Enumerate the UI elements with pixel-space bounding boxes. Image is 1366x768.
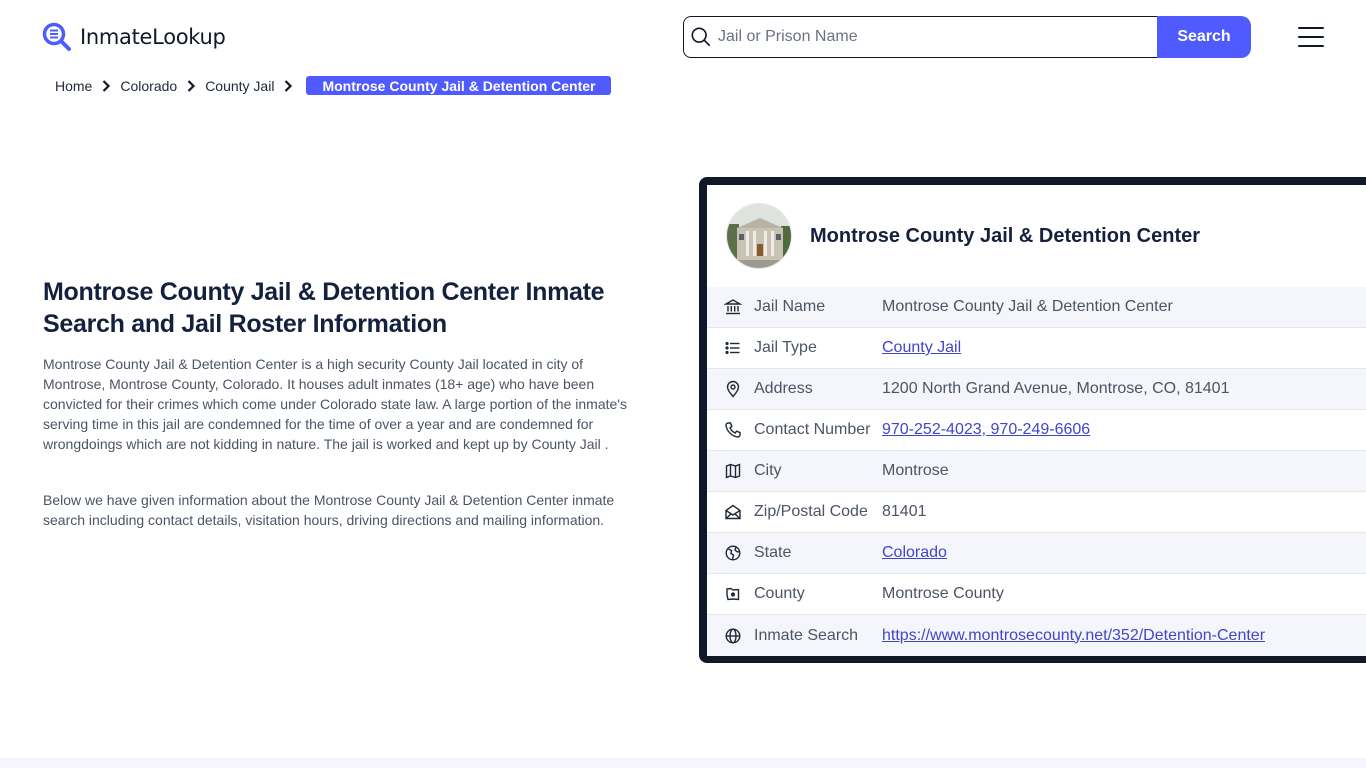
chevron-right-icon (285, 79, 293, 92)
page-title: Montrose County Jail & Detention Center … (43, 278, 605, 338)
info-row-jail-type: Jail Type County Jail (707, 328, 1366, 369)
facility-name: Montrose County Jail & Detention Center (810, 224, 1201, 247)
info-value: 81401 (882, 503, 927, 520)
breadcrumb: Home Colorado County Jail Montrose Count… (55, 76, 612, 95)
breadcrumb-state[interactable]: Colorado (120, 78, 177, 94)
logo-link[interactable]: InmateLookup (42, 22, 226, 52)
info-label: Jail Type (754, 339, 817, 356)
search-icon (691, 27, 711, 47)
menu-line (1298, 36, 1324, 38)
info-value: Montrose County Jail & Detention Center (882, 298, 1173, 315)
info-label: Inmate Search (754, 626, 859, 644)
info-label: Jail Name (754, 298, 826, 315)
facility-card: Montrose County Jail & Detention Center … (699, 177, 1366, 663)
facility-card-header: Montrose County Jail & Detention Center (707, 185, 1366, 287)
info-value: 1200 North Grand Avenue, Montrose, CO, 8… (882, 380, 1230, 397)
logo-text: InmateLookup (80, 25, 226, 49)
facility-card-body: Montrose County Jail & Detention Center … (707, 185, 1366, 656)
intro-paragraph: Montrose County Jail & Detention Center … (43, 356, 627, 452)
info-row-zip: Zip/Postal Code 81401 (707, 492, 1366, 533)
mail-open-icon (725, 504, 741, 520)
map-pin-icon (726, 380, 740, 398)
search-input[interactable] (718, 28, 1157, 46)
info-value: Montrose County (882, 585, 1004, 602)
county-map-icon (726, 587, 740, 601)
building-photo-icon (727, 204, 791, 268)
state-link[interactable]: Colorado (882, 544, 947, 562)
facility-info-table: Jail Name Montrose County Jail & Detenti… (707, 287, 1366, 656)
info-label: City (754, 462, 782, 479)
contact-number-link[interactable]: 970-252-4023, 970-249-6606 (882, 421, 1090, 439)
list-icon (725, 341, 740, 355)
menu-line (1298, 45, 1324, 47)
search-button[interactable]: Search (1157, 16, 1251, 58)
bank-icon (724, 299, 742, 315)
footer-strip (0, 758, 1366, 768)
state-globe-icon (725, 545, 741, 561)
breadcrumb-current: Montrose County Jail & Detention Center (306, 76, 612, 95)
facility-photo (726, 203, 792, 269)
info-row-county: County Montrose County (707, 574, 1366, 615)
search-bar: Search (683, 16, 1251, 58)
info-label: Zip/Postal Code (754, 503, 868, 520)
logo-magnifier-icon (42, 22, 71, 51)
info-row-address: Address 1200 North Grand Avenue, Montros… (707, 369, 1366, 410)
info-row-inmate-search: Inmate Search https://www.montrosecounty… (707, 615, 1366, 656)
phone-icon (725, 422, 741, 438)
info-label: County (754, 585, 805, 602)
info-label: State (754, 544, 792, 561)
info-paragraph: Below we have given information about th… (43, 492, 615, 528)
info-label: Contact Number (754, 421, 871, 438)
info-row-jail-name: Jail Name Montrose County Jail & Detenti… (707, 287, 1366, 328)
info-label: Address (754, 380, 813, 397)
info-row-contact: Contact Number 970-252-4023, 970-249-660… (707, 410, 1366, 451)
info-row-state: State Colorado (707, 533, 1366, 574)
inmate-search-link[interactable]: https://www.montrosecounty.net/352/Deten… (882, 627, 1265, 645)
chevron-right-icon (103, 79, 111, 92)
map-icon (725, 463, 741, 479)
menu-line (1298, 27, 1324, 29)
breadcrumb-home[interactable]: Home (55, 78, 92, 94)
info-value: Montrose (882, 462, 949, 479)
chevron-right-icon (187, 79, 196, 92)
breadcrumb-jail-type[interactable]: County Jail (205, 78, 274, 94)
globe-icon (725, 627, 741, 644)
info-row-city: City Montrose (707, 451, 1366, 492)
search-field (683, 16, 1157, 58)
jail-type-link[interactable]: County Jail (882, 339, 961, 357)
hamburger-menu-icon[interactable] (1298, 27, 1324, 47)
